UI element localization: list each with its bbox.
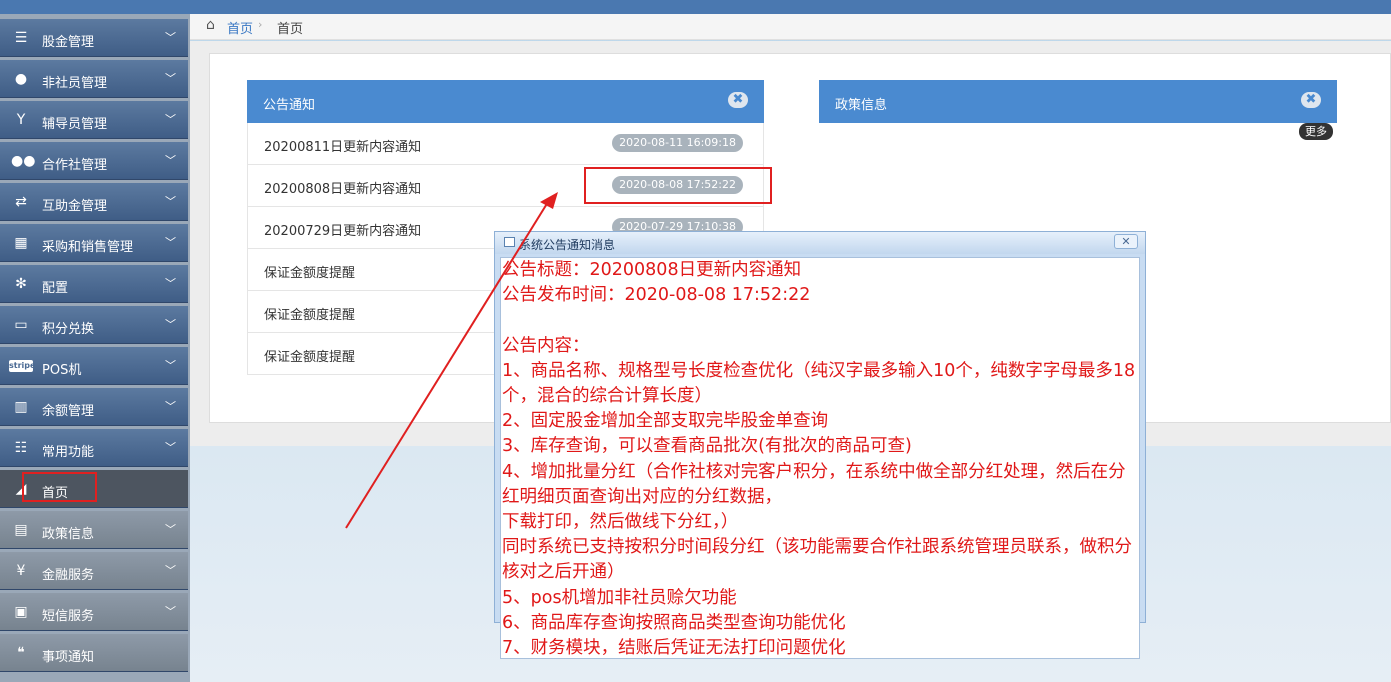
arrow-line: [345, 201, 549, 529]
annotation-arrow: [345, 192, 558, 529]
arrow-head: [540, 192, 558, 209]
